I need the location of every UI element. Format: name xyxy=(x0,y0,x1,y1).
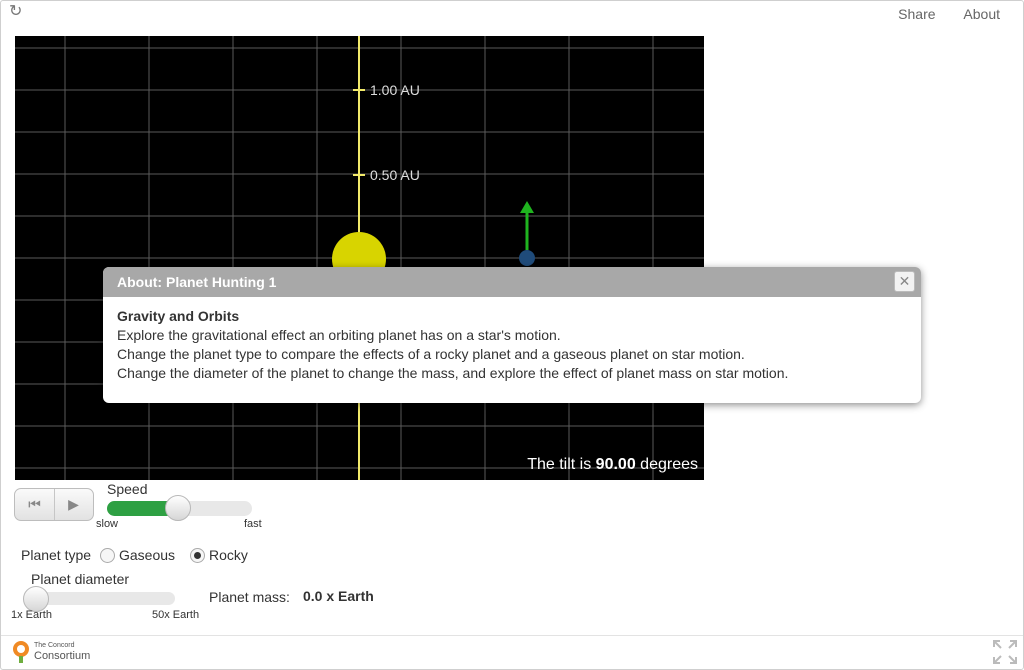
top-links: Share About xyxy=(874,6,1000,22)
simulation-view[interactable]: 1.00 AU 0.50 AU The tilt is 90.00 degree… xyxy=(15,36,704,480)
logo-text: The Concord Consortium xyxy=(34,640,90,662)
tilt-prefix: The tilt is xyxy=(527,456,592,473)
planet xyxy=(519,250,535,266)
dialog-body: Gravity and Orbits Explore the gravitati… xyxy=(103,297,921,393)
axis-label-05au: 0.50 AU xyxy=(370,167,420,183)
tilt-value: 90.00 xyxy=(595,456,636,473)
simulation-canvas xyxy=(15,36,704,480)
reset-button[interactable]: ⏮ xyxy=(15,489,55,520)
speed-min-label: slow xyxy=(96,518,119,530)
logo-line2: Consortium xyxy=(34,650,91,662)
radio-rocky[interactable] xyxy=(190,548,205,563)
skip-to-start-icon: ⏮ xyxy=(28,496,41,512)
speed-max-label: fast xyxy=(244,518,262,530)
dialog-heading: Gravity and Orbits xyxy=(117,308,240,324)
close-icon[interactable]: ✕ xyxy=(894,271,915,292)
share-link[interactable]: Share xyxy=(898,6,935,22)
play-button[interactable]: ▶ xyxy=(54,489,93,520)
reload-icon[interactable]: ↻ xyxy=(9,4,25,20)
dialog-line: Change the diameter of the planet to cha… xyxy=(117,365,789,381)
radio-gaseous-label[interactable]: Gaseous xyxy=(119,547,175,563)
dialog-title: About: Planet Hunting 1 xyxy=(103,267,921,297)
speed-slider-thumb[interactable] xyxy=(165,495,191,521)
velocity-arrow-head xyxy=(520,201,534,213)
diameter-max-label: 50x Earth xyxy=(152,609,200,621)
speed-label: Speed xyxy=(107,481,148,497)
fullscreen-icon[interactable] xyxy=(992,639,1018,665)
concord-logo[interactable]: The Concord Consortium xyxy=(10,639,110,667)
footer-divider xyxy=(1,635,1023,636)
diameter-min-label: 1x Earth xyxy=(11,609,52,621)
logo-mark-icon xyxy=(13,641,29,663)
dialog-line: Change the planet type to compare the ef… xyxy=(117,346,745,362)
tilt-suffix: degrees xyxy=(640,456,698,473)
about-dialog: About: Planet Hunting 1 ✕ Gravity and Or… xyxy=(103,267,921,403)
axis-label-1au: 1.00 AU xyxy=(370,82,420,98)
dialog-line: Explore the gravitational effect an orbi… xyxy=(117,327,561,343)
about-link[interactable]: About xyxy=(963,6,1000,22)
planet-type-label: Planet type xyxy=(21,547,92,563)
radio-gaseous[interactable] xyxy=(100,548,115,563)
playback-controls: ⏮ ▶ xyxy=(14,488,94,521)
planet-mass-value: 0.0 x Earth xyxy=(303,588,374,604)
planet-mass-label: Planet mass: xyxy=(209,589,290,605)
radio-rocky-label[interactable]: Rocky xyxy=(209,547,248,563)
play-icon: ▶ xyxy=(68,496,79,512)
tilt-readout: The tilt is 90.00 degrees xyxy=(527,456,698,474)
planet-diameter-label: Planet diameter xyxy=(31,571,130,587)
